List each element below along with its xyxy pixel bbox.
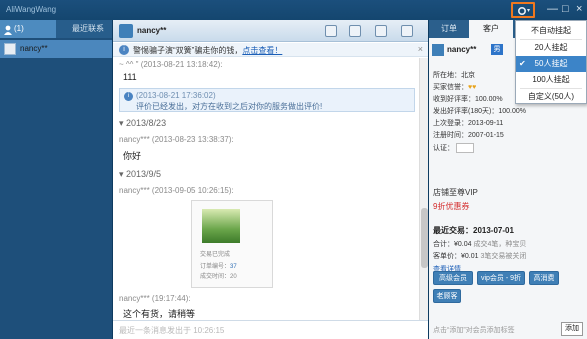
tab-customer[interactable]: 客户 <box>469 20 513 38</box>
sent-rate: 100.00% <box>498 108 526 115</box>
title-bar: AliWangWang — □ × <box>0 0 587 20</box>
avg-note: 3笔交易被关闭 <box>480 253 527 260</box>
system-message: i (2013-08-21 17:36:02) 评价已经发出，对方在收到之后对你… <box>119 88 415 112</box>
chat-nick: nancy** <box>137 26 167 35</box>
message-meta: nancy*** (2013-09-05 10:26:15): <box>119 186 234 195</box>
message-meta: nancy*** (2013-08-23 13:38:37): <box>119 135 234 144</box>
date-separator[interactable]: ▾ 2013/8/23 <box>119 118 166 129</box>
total-note: 成交4笔，种宝贝 <box>473 241 527 248</box>
maximize-button[interactable]: □ <box>562 3 569 15</box>
message-text: 111 <box>123 72 137 82</box>
last-deal-date: 2013-07-01 <box>473 226 514 235</box>
menu-item-20[interactable]: 20人挂起 <box>516 40 586 56</box>
order-number: 37 <box>230 264 237 270</box>
contact-tabs: (1) 最近联系 <box>0 20 112 38</box>
tools-icon[interactable] <box>375 25 387 37</box>
last-deal-label: 最近交易： <box>433 226 473 235</box>
system-time: (2013-08-21 17:36:02) <box>136 91 216 100</box>
verify-label: 认证： <box>433 145 454 152</box>
settings-button[interactable] <box>511 2 535 18</box>
contact-name: nancy** <box>20 44 48 53</box>
notice-link[interactable]: 点击查看！ <box>242 46 282 55</box>
message-text: 你好 <box>123 151 142 161</box>
message-meta: ~ ^^ " (2013-08-21 13:18:42): <box>119 60 223 69</box>
scrollbar-thumb[interactable] <box>421 208 428 268</box>
transfer-icon[interactable] <box>349 25 361 37</box>
sent-rate-label: 发出好评率(180天)： <box>433 108 499 115</box>
add-tag-button[interactable]: 添加 <box>561 322 583 336</box>
vip-title: 店铺至尊VIP <box>433 188 478 197</box>
tag-button[interactable]: 老顾客 <box>433 289 461 303</box>
total-value: ¥0.04 <box>454 241 472 248</box>
order-time: 20 <box>230 274 237 280</box>
gender-badge: 男 <box>491 44 503 55</box>
order-status: 交易已完成 <box>200 252 231 258</box>
notice-text: 警惕骗子演“双簧”骗走你的钱， <box>133 46 243 55</box>
menu-item-100[interactable]: 100人挂起 <box>516 72 586 88</box>
contact-item[interactable]: nancy** <box>0 40 112 58</box>
info-icon: i <box>124 92 133 101</box>
message-list: ~ ^^ " (2013-08-21 13:18:42): 111 i (201… <box>113 58 419 320</box>
menu-item-custom[interactable]: 自定义(50人) <box>516 89 586 105</box>
settings-icon <box>517 6 530 16</box>
tab-contacts[interactable]: (1) <box>0 20 56 38</box>
location-label: 所在地： <box>433 72 461 79</box>
good-rate: 100.00% <box>475 96 503 103</box>
tab-contacts-label: (1) <box>14 24 24 33</box>
info-icon: i <box>119 45 129 55</box>
check-icon: ✔ <box>519 59 526 68</box>
tab-recent-label: 最近联系 <box>72 24 104 33</box>
menu-item-50-label: 50人挂起 <box>534 59 568 68</box>
order-number-label: 订单编号： <box>200 264 231 270</box>
tab-orders[interactable]: 订单 <box>429 20 469 38</box>
contact-panel: (1) 最近联系 nancy** <box>0 20 112 339</box>
customer-nick: nancy** <box>447 45 477 54</box>
minimize-button[interactable]: — <box>547 3 558 15</box>
tag-button[interactable]: 高消费 <box>529 271 559 285</box>
user-icon <box>4 24 12 35</box>
credit-heart-icon: ♥♥ <box>468 84 477 91</box>
system-text: 评价已经发出，对方在收到之后对你的服务做出评价! <box>136 102 323 111</box>
message-text: 这个有货，请稍等 <box>123 309 196 319</box>
avatar <box>4 43 16 55</box>
message-input[interactable]: 最近一条消息发出于 10:26:15 <box>113 320 429 339</box>
order-card[interactable]: 交易已完成 订单编号：37 成交时间：20 <box>191 200 273 288</box>
reg-time-label: 注册时间： <box>433 132 468 139</box>
avatar <box>119 24 133 38</box>
avg-label: 客单价： <box>433 253 461 260</box>
tag-hint: 点击“添加”对会员添加标签 <box>433 327 515 334</box>
tag-button[interactable]: 高级会员 <box>433 271 473 285</box>
vip-discount: 9折优惠券 <box>433 202 470 211</box>
product-image <box>202 209 240 243</box>
edit-icon[interactable] <box>325 25 337 37</box>
menu-item-no-auto[interactable]: 不自动挂起 <box>516 23 586 39</box>
profile-icon[interactable] <box>401 25 413 37</box>
date-separator[interactable]: ▾ 2013/9/5 <box>119 169 161 180</box>
location: 北京 <box>461 72 475 79</box>
close-icon[interactable]: × <box>418 44 423 54</box>
reg-time: 2007-01-15 <box>468 132 504 139</box>
message-meta: nancy*** (19:17:44): <box>119 294 191 303</box>
avatar <box>432 44 444 56</box>
input-hint: 最近一条消息发出于 10:26:15 <box>119 326 225 335</box>
last-login-label: 上次登录： <box>433 120 468 127</box>
last-login: 2013-09-11 <box>468 120 504 127</box>
avg-value: ¥0.01 <box>461 253 479 260</box>
buyer-credit-label: 买家信誉： <box>433 84 468 91</box>
verify-icon[interactable] <box>455 143 474 154</box>
notice-bar: i 警惕骗子演“双簧”骗走你的钱，点击查看！ × <box>113 43 429 57</box>
good-rate-label: 收到好评率： <box>433 96 475 103</box>
close-button[interactable]: × <box>576 3 582 15</box>
order-time-label: 成交时间： <box>200 274 231 280</box>
tab-recent[interactable]: 最近联系 <box>60 20 112 38</box>
total-label: 合计： <box>433 241 454 248</box>
menu-item-50[interactable]: ✔ 50人挂起 <box>516 56 586 72</box>
chat-header: nancy** <box>113 20 429 42</box>
tag-button[interactable]: vip会员 - 9折 <box>477 271 525 285</box>
app-title: AliWangWang <box>6 5 57 14</box>
chat-panel: nancy** i 警惕骗子演“双簧”骗走你的钱，点击查看！ × ~ ^^ " … <box>112 20 429 339</box>
hang-up-menu: 不自动挂起 20人挂起 ✔ 50人挂起 100人挂起 自定义(50人) <box>515 20 587 104</box>
